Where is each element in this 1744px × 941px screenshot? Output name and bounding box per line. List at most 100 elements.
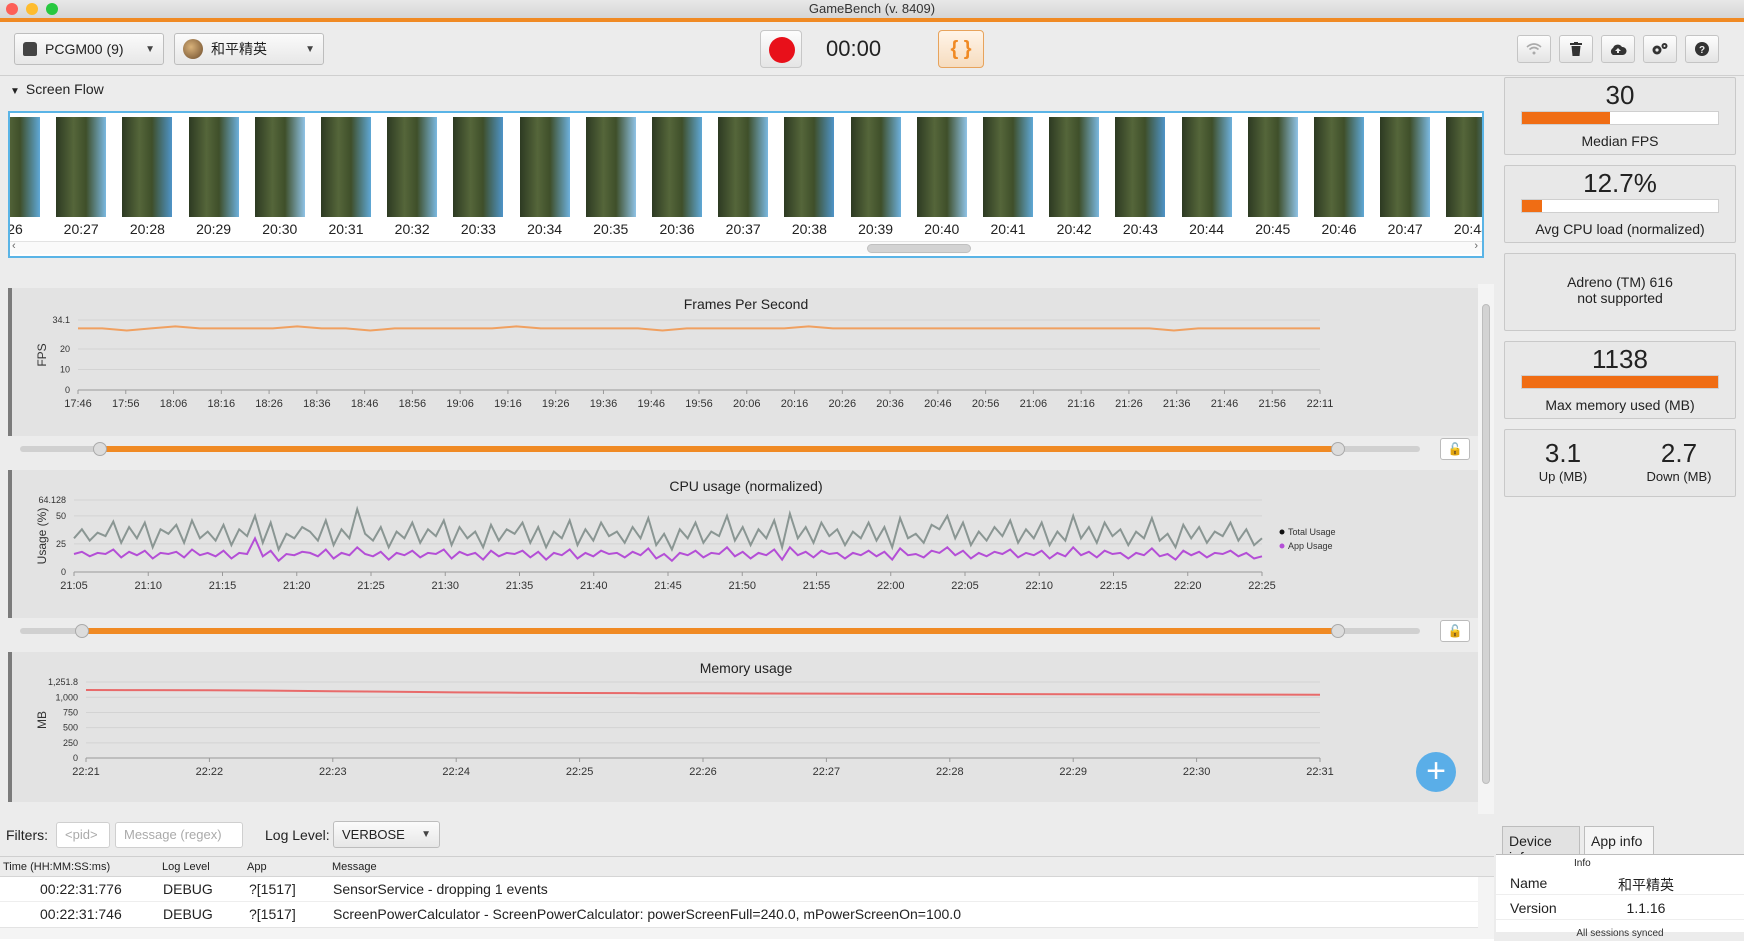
thumbnail-time-label: 20:44 <box>1189 221 1225 237</box>
message-filter-input[interactable]: Message (regex) <box>115 822 243 848</box>
screen-thumbnail[interactable] <box>1115 117 1166 217</box>
close-window-button[interactable] <box>6 3 18 15</box>
screen-thumbnail[interactable] <box>1314 117 1364 217</box>
scroll-right-icon[interactable]: › <box>1474 240 1478 252</box>
app-dropdown[interactable]: 和平精英 ▼ <box>174 33 324 65</box>
col-time[interactable]: Time (HH:MM:SS:ms) <box>3 861 110 873</box>
charts-scrollbar[interactable] <box>1478 284 1494 814</box>
screen-thumbnail[interactable] <box>453 117 504 217</box>
cloud-upload-button[interactable] <box>1601 35 1635 63</box>
fps-lock-button[interactable]: 🔓 <box>1440 438 1470 460</box>
screen-thumbnail[interactable] <box>1049 117 1100 217</box>
cpu-range-selection[interactable] <box>82 628 1338 634</box>
fps-range-start-handle[interactable] <box>93 442 107 456</box>
col-level[interactable]: Log Level <box>162 861 210 873</box>
x-tick-label: 17:46 <box>64 398 92 410</box>
tab-app-info[interactable]: App info <box>1584 826 1654 854</box>
fps-range-end-handle[interactable] <box>1331 442 1345 456</box>
screen-thumbnail[interactable] <box>1181 117 1232 217</box>
gear-icon <box>1652 43 1668 55</box>
log-hscrollbar[interactable] <box>0 927 1478 939</box>
screen-flow-header[interactable]: ▼ Screen Flow <box>0 77 1494 101</box>
pid-filter-input[interactable]: <pid> <box>56 822 110 848</box>
log-row[interactable]: 00:22:31:776 DEBUG ?[1517] SensorService… <box>0 877 1478 901</box>
x-tick-label: 20:56 <box>972 398 1000 410</box>
thumbnail-time-label: 20:42 <box>1056 221 1092 237</box>
settings-button[interactable] <box>1643 35 1677 63</box>
scrollbar-thumb[interactable] <box>867 244 971 253</box>
scrollbar-thumb[interactable] <box>1482 304 1490 784</box>
cpu-range-end-handle[interactable] <box>1331 624 1345 638</box>
screen-thumbnail[interactable] <box>718 117 769 217</box>
chevron-down-icon: ▼ <box>305 43 315 55</box>
record-button[interactable] <box>760 30 802 68</box>
minimize-window-button[interactable] <box>26 3 38 15</box>
y-tick-label: 0 <box>65 385 70 395</box>
info-row: Version 1.1.16 <box>1496 896 1744 920</box>
screen-thumbnail[interactable] <box>585 117 636 217</box>
x-tick-label: 21:15 <box>209 580 237 592</box>
chevron-down-icon: ▼ <box>421 829 431 840</box>
screen-thumbnail[interactable] <box>321 117 371 217</box>
cpu-load-bar-fill <box>1522 200 1542 212</box>
screen-thumbnail[interactable] <box>188 117 239 217</box>
window-titlebar: GameBench (v. 8409) <box>0 0 1744 18</box>
screen-thumbnail[interactable] <box>10 117 40 217</box>
x-tick-label: 22:15 <box>1100 580 1128 592</box>
x-tick-label: 21:56 <box>1258 398 1286 410</box>
charts-area: Frames Per Second 34.1 20 10 0 17:46 17:56 18:… <box>0 284 1494 814</box>
cpu-lock-button[interactable]: 🔓 <box>1440 620 1470 642</box>
screen-thumbnail[interactable] <box>983 117 1033 217</box>
cloud-upload-icon <box>1610 44 1627 55</box>
screen-thumbnail[interactable] <box>122 117 173 217</box>
screen-thumbnail[interactable] <box>1446 117 1482 217</box>
info-panel: Device info App info Info Name 和平精英 Vers… <box>1496 818 1744 941</box>
col-message[interactable]: Message <box>332 861 377 873</box>
screen-thumbnail[interactable] <box>1380 117 1431 217</box>
info-row: Name 和平精英 <box>1496 871 1744 895</box>
thumbnail-time-label: 20:31 <box>328 221 364 237</box>
fps-range-selection[interactable] <box>100 446 1338 452</box>
x-tick-label: 19:46 <box>637 398 665 410</box>
thumbnail-time-label: 26 <box>10 221 23 237</box>
median-fps-card: 30 Median FPS <box>1504 77 1736 155</box>
y-axis-label: MB <box>35 711 49 729</box>
wifi-button[interactable] <box>1517 35 1551 63</box>
x-tick-label: 20:26 <box>829 398 857 410</box>
screen-thumbnail[interactable] <box>652 117 702 217</box>
json-button[interactable]: { } <box>938 30 984 68</box>
screen-flow-strip[interactable]: 26 20:27 20:28 20:29 20:30 20:31 20:32 20:33 20:… <box>8 111 1484 258</box>
screen-thumbnail[interactable] <box>784 117 835 217</box>
col-app[interactable]: App <box>247 861 267 873</box>
x-tick-label: 19:06 <box>446 398 474 410</box>
unlock-icon: 🔓 <box>1447 624 1463 638</box>
log-level-label: Log Level: <box>265 827 330 843</box>
cpu-range-start-handle[interactable] <box>75 624 89 638</box>
x-tick-label: 21:16 <box>1067 398 1095 410</box>
tab-device-info[interactable]: Device info <box>1502 826 1580 865</box>
scroll-left-icon[interactable]: ‹ <box>12 240 16 252</box>
device-dropdown[interactable]: PCGM00 (9) ▼ <box>14 33 164 65</box>
x-tick-label: 21:25 <box>357 580 385 592</box>
x-tick-label: 21:46 <box>1211 398 1239 410</box>
screen-thumbnail[interactable] <box>387 117 438 217</box>
x-tick-label: 22:21 <box>72 766 100 778</box>
log-row[interactable]: 00:22:31:746 DEBUG ?[1517] ScreenPowerCa… <box>0 901 1478 925</box>
screen-thumbnail[interactable] <box>254 117 305 217</box>
screen-thumbnail[interactable] <box>916 117 967 217</box>
delete-button[interactable] <box>1559 35 1593 63</box>
x-tick-label: 20:46 <box>924 398 952 410</box>
x-tick-label: 22:20 <box>1174 580 1202 592</box>
log-time: 00:22:31:746 <box>40 906 122 922</box>
log-level-dropdown[interactable]: VERBOSE ▼ <box>333 821 440 848</box>
screen-flow-scrollbar[interactable]: ‹ › <box>10 240 1482 254</box>
help-button[interactable]: ? <box>1685 35 1719 63</box>
add-marker-button[interactable]: + <box>1416 752 1456 792</box>
screen-thumbnail[interactable] <box>1247 117 1298 217</box>
zoom-window-button[interactable] <box>46 3 58 15</box>
screen-thumbnail[interactable] <box>850 117 901 217</box>
screen-thumbnail[interactable] <box>519 117 570 217</box>
log-vscrollbar[interactable] <box>1478 877 1494 939</box>
x-tick-label: 21:40 <box>580 580 608 592</box>
screen-thumbnail[interactable] <box>56 117 107 217</box>
